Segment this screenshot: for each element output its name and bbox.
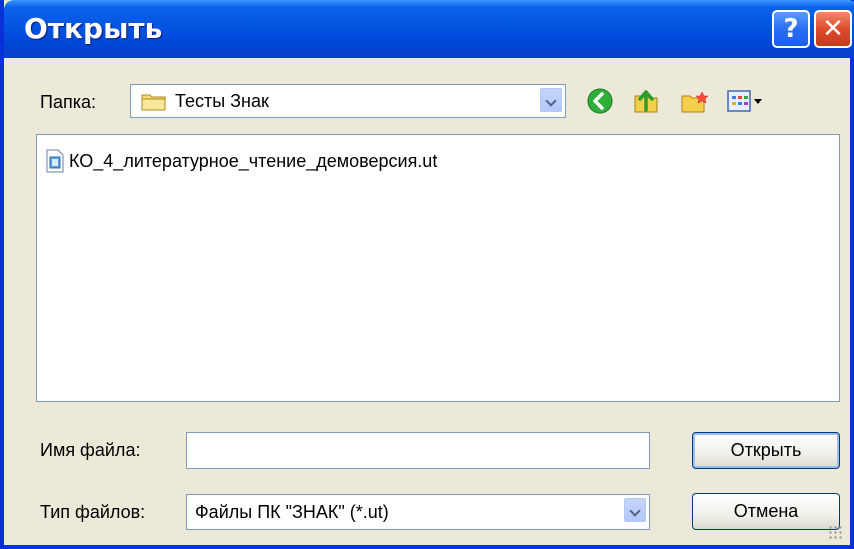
list-item[interactable]: КО_4_литературное_чтение_демоверсия.ut [45,149,437,173]
filetype-dropdown-button[interactable] [624,498,646,522]
look-in-value: Тесты Знак [175,91,269,111]
filetype-value: Файлы ПК "ЗНАК" (*.ut) [195,502,389,522]
file-name: КО_4_литературное_чтение_демоверсия.ut [69,150,438,171]
open-file-dialog: Открыть ? ✕ Папка: Тесты Знак КО_4_литер… [0,0,854,549]
open-button[interactable]: Открыть [692,432,840,469]
look-in-combo[interactable]: Тесты Знак [130,84,566,118]
filename-label: Имя файла: [40,440,141,460]
up-folder-icon[interactable] [632,86,662,116]
file-icon [46,149,64,173]
window-title: Открыть [24,12,163,45]
filetype-select[interactable]: Файлы ПК "ЗНАК" (*.ut) [186,494,650,530]
close-button[interactable]: ✕ [814,10,852,48]
help-button[interactable]: ? [772,10,810,48]
cancel-button[interactable]: Отмена [692,493,840,530]
folder-icon [141,94,166,111]
look-in-label: Папка: [40,92,96,112]
view-menu-icon[interactable] [726,88,766,114]
file-list[interactable]: КО_4_литературное_чтение_демоверсия.ut [36,134,840,402]
new-folder-icon[interactable] [680,88,710,116]
filetype-label: Тип файлов: [40,502,146,522]
title-bar[interactable]: Открыть ? ✕ [4,0,854,58]
resize-grip[interactable] [828,525,842,539]
filename-input[interactable] [186,432,650,469]
look-in-dropdown-button[interactable] [540,88,562,112]
back-icon[interactable] [586,87,614,115]
